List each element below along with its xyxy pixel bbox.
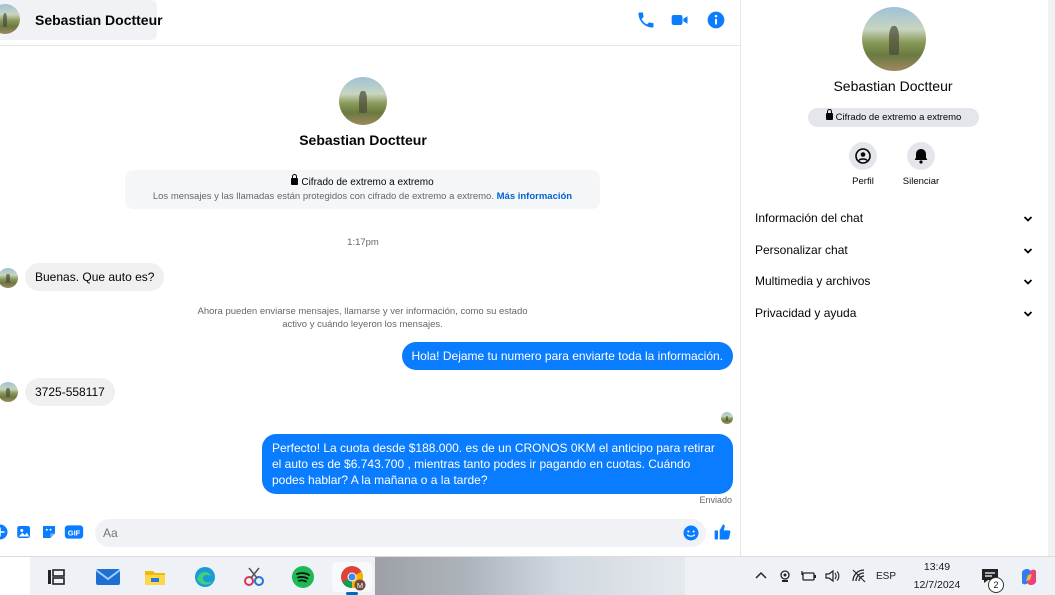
language-indicator[interactable]: ESP (876, 571, 896, 582)
encryption-desc-text: Los mensajes y las llamadas están proteg… (152, 191, 494, 202)
chevron-down-icon (1023, 213, 1033, 223)
camera-privacy-icon[interactable] (777, 568, 793, 584)
profile-label: Perfil (852, 176, 874, 187)
chrome-icon[interactable]: M (332, 562, 372, 595)
spotify-icon[interactable] (283, 562, 323, 592)
mute-action[interactable]: Silenciar (891, 142, 951, 187)
encryption-description: Los mensajes y las llamadas están proteg… (125, 191, 600, 202)
phone-icon[interactable] (636, 10, 656, 30)
chat-header: Sebastian Doctteur (0, 0, 741, 46)
chat-info-panel: Sebastian Doctteur Cifrado de extremo a … (742, 0, 1048, 556)
section-label: Multimedia y archivos (755, 274, 871, 288)
message-outgoing[interactable]: Hola! Dejame tu numero para enviarte tod… (401, 342, 733, 370)
header-contact[interactable]: Sebastian Doctteur (0, 0, 163, 40)
video-call-icon[interactable] (670, 10, 690, 30)
lock-icon (291, 174, 299, 185)
encryption-title-text: Cifrado de extremo a extremo (301, 177, 434, 188)
section-label: Información del chat (755, 211, 864, 225)
battery-icon[interactable] (801, 568, 817, 584)
plus-icon[interactable] (0, 523, 9, 541)
message-incoming[interactable]: Buenas. Que auto es? (25, 263, 165, 291)
notification-count: 2 (988, 577, 1004, 593)
copilot-icon[interactable] (1018, 566, 1036, 585)
time-separator: 1:17pm (347, 237, 379, 248)
mute-label: Silenciar (902, 176, 940, 187)
image-icon[interactable] (15, 523, 33, 541)
contact-name: Sebastian Doctteur (35, 12, 163, 28)
chevron-down-icon (1023, 245, 1033, 255)
encryption-title: Cifrado de extremo a extremo (125, 174, 600, 188)
chat-pane: Sebastian Doctteur Sebastian Doctteur Ci… (0, 0, 741, 556)
seen-avatar (721, 412, 733, 424)
network-icon[interactable] (851, 568, 867, 584)
lock-icon (825, 109, 833, 120)
info-icon[interactable] (706, 10, 726, 30)
thumbs-up-icon[interactable] (713, 522, 731, 540)
app-window: Sebastian Doctteur Sebastian Doctteur Ci… (0, 0, 1055, 595)
encryption-badge-text: Cifrado de extremo a extremo (835, 112, 962, 123)
sticker-icon[interactable] (40, 523, 58, 541)
message-incoming[interactable]: 3725-558117 (25, 378, 115, 406)
info-contact-name: Sebastian Doctteur (833, 78, 953, 94)
encryption-notice: Cifrado de extremo a extremo Los mensaje… (125, 170, 600, 209)
volume-icon[interactable] (824, 568, 840, 584)
sender-avatar[interactable] (0, 382, 18, 402)
message-composer: GIF (0, 514, 741, 552)
info-avatar[interactable] (862, 7, 926, 71)
clock-time[interactable]: 13:49 (902, 561, 972, 573)
intro-name: Sebastian Doctteur (299, 132, 427, 148)
chevron-up-icon[interactable] (753, 568, 769, 584)
message-outgoing[interactable]: Perfecto! La cuota desde $188.000. es de… (262, 434, 733, 494)
message-status: Enviado (699, 495, 732, 505)
message-input[interactable] (95, 519, 706, 547)
intro-avatar[interactable] (339, 77, 387, 125)
avatar[interactable] (0, 4, 20, 34)
gif-icon[interactable]: GIF (64, 523, 84, 541)
encryption-badge: Cifrado de extremo a extremo (808, 108, 979, 127)
chrome-profile-badge: M (357, 581, 363, 590)
section-customize-chat[interactable]: Personalizar chat (755, 240, 1033, 260)
section-label: Personalizar chat (755, 243, 848, 257)
taskbar: M ESP 13:49 12/7/2024 2 (0, 556, 1055, 595)
chevron-down-icon (1023, 276, 1033, 286)
profile-icon[interactable] (849, 142, 877, 170)
scrollbar[interactable] (1048, 0, 1055, 556)
section-chat-info[interactable]: Información del chat (755, 208, 1033, 228)
taskbar-left-area (0, 557, 30, 595)
chat-notice: Ahora pueden enviarse mensajes, llamarse… (197, 306, 528, 330)
gif-label: GIF (68, 528, 81, 537)
sender-avatar[interactable] (0, 268, 18, 288)
task-view-icon[interactable] (36, 562, 76, 592)
snipping-tool-icon[interactable] (234, 562, 274, 592)
mail-icon[interactable] (87, 562, 127, 592)
bell-icon[interactable] (907, 142, 935, 170)
clock-date[interactable]: 12/7/2024 (902, 579, 972, 591)
edge-icon[interactable] (185, 562, 225, 592)
section-label: Privacidad y ayuda (755, 306, 857, 320)
section-media-files[interactable]: Multimedia y archivos (755, 271, 1033, 291)
profile-action[interactable]: Perfil (833, 142, 893, 187)
emoji-icon[interactable] (682, 524, 700, 542)
section-privacy-help[interactable]: Privacidad y ayuda (755, 303, 1033, 323)
chevron-down-icon (1023, 308, 1033, 318)
file-explorer-icon[interactable] (135, 562, 175, 592)
taskbar-wallpaper (375, 557, 685, 595)
more-info-link[interactable]: Más información (497, 191, 573, 202)
